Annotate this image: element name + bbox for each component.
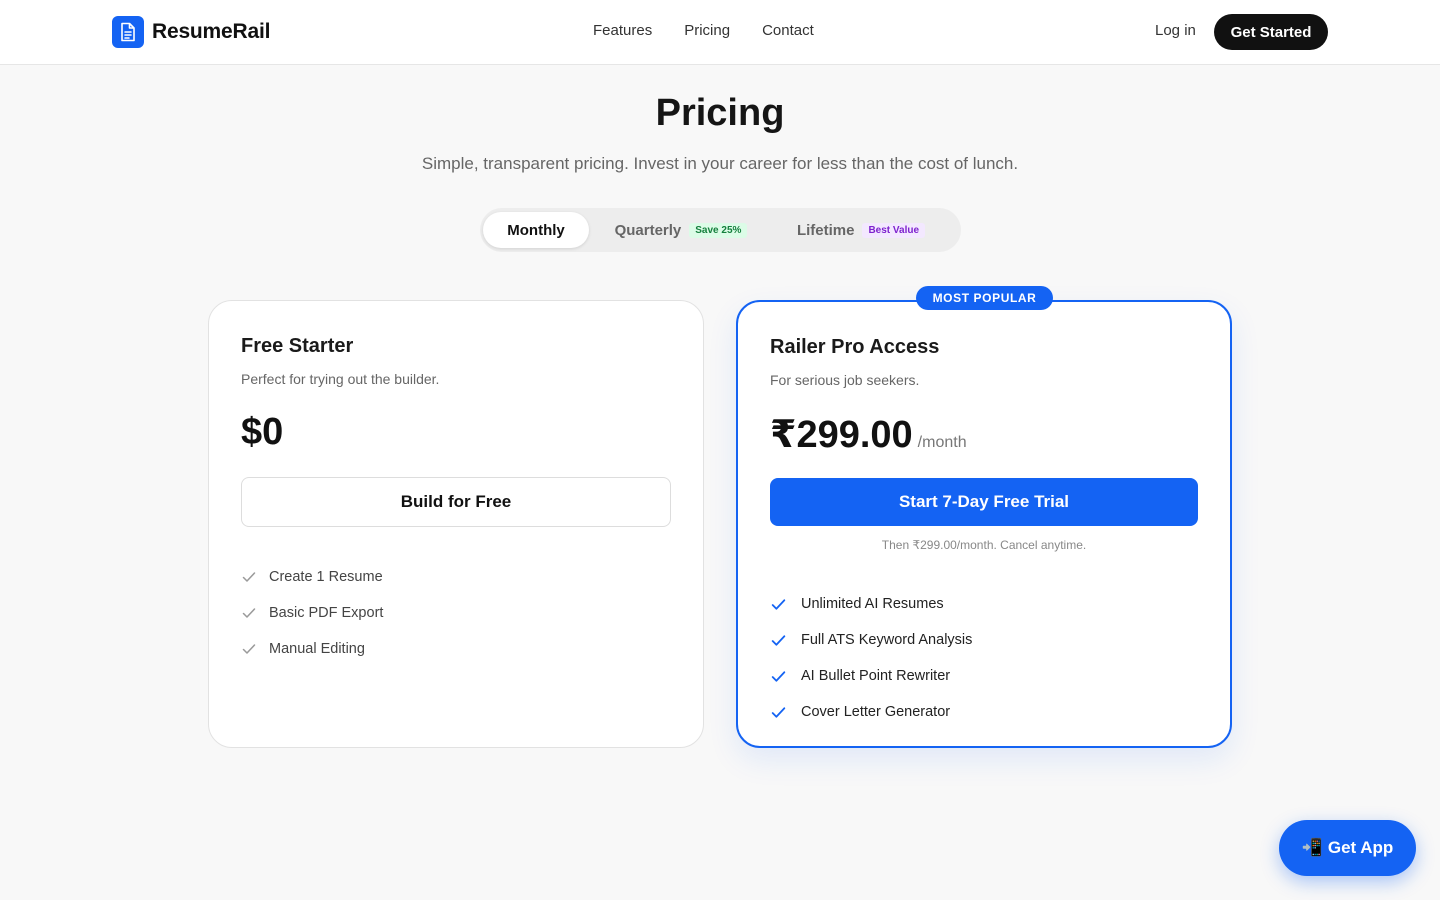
plan-period: /month [917,434,967,451]
feature-item: Full ATS Keyword Analysis [770,622,972,658]
check-icon [242,644,256,654]
check-icon [242,572,256,582]
plan-price: ₹299.00 [770,414,913,456]
get-started-button[interactable]: Get Started [1214,14,1328,50]
feature-list: Create 1 Resume Basic PDF Export Manual … [241,559,383,667]
feature-label: Cover Letter Generator [801,704,951,720]
document-icon [112,16,144,48]
best-value-badge: Best Value [862,222,926,238]
check-icon [771,706,786,718]
feature-label: AI Bullet Point Rewriter [801,668,951,684]
feature-item: Manual Editing [241,631,383,667]
plan-card-pro: Railer Pro Access For serious job seeker… [736,300,1232,748]
price-row: ₹299.00 /month [770,412,967,457]
main-nav: Features Pricing Contact [593,22,814,39]
feature-item: Cover Letter Generator [770,694,972,730]
start-free-trial-button[interactable]: Start 7-Day Free Trial [770,478,1198,526]
nav-link-contact[interactable]: Contact [762,22,814,39]
plan-name: Free Starter [241,335,354,357]
feature-label: Full ATS Keyword Analysis [801,632,973,648]
billing-option-label: Quarterly [614,221,682,239]
billing-option-label: Monthly [507,221,565,239]
plan-description: For serious job seekers. [770,372,920,388]
feature-item: Unlimited AI Resumes [770,586,972,622]
check-icon [771,670,786,682]
site-header: ResumeRail Features Pricing Contact Log … [0,0,1440,65]
trial-note: Then ₹299.00/month. Cancel anytime. [881,538,1087,552]
page-subtitle: Simple, transparent pricing. Invest in y… [421,154,1019,173]
plan-card-free: Free Starter Perfect for trying out the … [208,300,704,748]
billing-option-label: Lifetime [796,221,855,239]
billing-period-toggle: Monthly Quarterly Save 25% Lifetime Best… [480,208,961,252]
nav-link-features[interactable]: Features [593,22,652,39]
billing-option-monthly[interactable]: Monthly [483,212,589,248]
check-icon [771,598,786,610]
brand[interactable]: ResumeRail [112,16,270,48]
feature-item: Create 1 Resume [241,559,383,595]
feature-label: Basic PDF Export [269,605,384,621]
get-app-button[interactable]: 📲 Get App [1279,820,1416,876]
most-popular-badge: MOST POPULAR [916,286,1053,310]
plan-price: $0 [241,411,284,453]
page-title: Pricing [655,92,785,134]
feature-list: Unlimited AI Resumes Full ATS Keyword An… [770,586,972,730]
feature-label: Unlimited AI Resumes [801,596,944,612]
feature-label: Manual Editing [269,641,365,657]
price-row: $0 [241,411,283,454]
feature-label: Create 1 Resume [269,569,383,585]
mobile-download-icon: 📲 [1301,838,1323,857]
billing-option-quarterly[interactable]: Quarterly Save 25% [601,212,761,248]
check-icon [242,608,256,618]
plan-name: Railer Pro Access [770,336,940,358]
nav-link-pricing[interactable]: Pricing [684,22,730,39]
check-icon [771,634,786,646]
brand-name: ResumeRail [152,20,271,43]
feature-item: Basic PDF Export [241,595,383,631]
save-badge: Save 25% [689,222,748,238]
build-for-free-button[interactable]: Build for Free [241,477,671,527]
feature-item: AI Bullet Point Rewriter [770,658,972,694]
billing-option-lifetime[interactable]: Lifetime Best Value [788,212,934,248]
plan-description: Perfect for trying out the builder. [241,371,440,387]
get-app-label: Get App [1327,838,1394,857]
login-link[interactable]: Log in [1155,22,1196,39]
